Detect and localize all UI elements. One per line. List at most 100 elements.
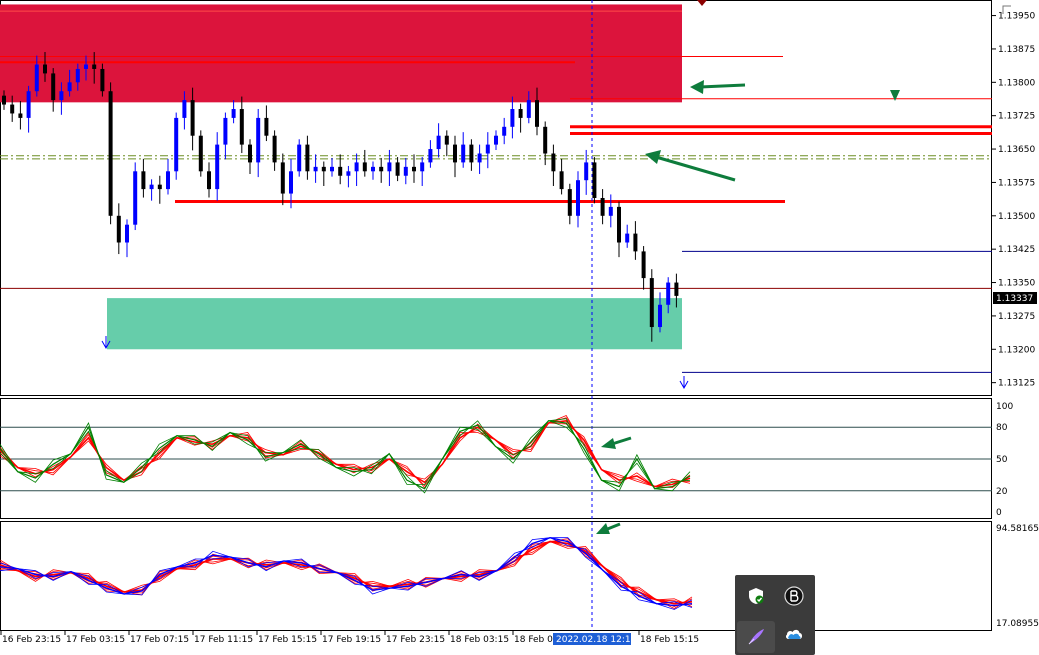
candle-body — [149, 184, 154, 190]
shield-check-icon[interactable] — [745, 585, 767, 607]
price-tick-label: 1.13800 — [998, 78, 1035, 88]
candle-body — [133, 171, 138, 225]
b-logo-icon[interactable] — [783, 585, 805, 607]
candle-body — [354, 162, 359, 172]
time-tick-label: 18 Feb 03:15 — [450, 635, 509, 645]
oscillator-tick-label: 50 — [996, 455, 1008, 465]
candle-body — [461, 144, 466, 163]
series-line — [0, 536, 693, 607]
candle-body — [51, 73, 56, 101]
candle-body — [608, 206, 613, 216]
candle-body — [395, 162, 400, 176]
time-tick-label: 17 Feb 07:15 — [130, 635, 189, 645]
cloud-icon[interactable] — [783, 623, 805, 645]
candle-body — [67, 82, 72, 92]
candle-body — [584, 162, 589, 181]
series-line — [0, 420, 691, 490]
candle-body — [108, 91, 113, 216]
price-tick-label: 1.13275 — [998, 312, 1035, 322]
trading-chart[interactable]: 1.13950 1.13875 1.13800 1.13725 1.13650 1.135… — [0, 0, 1039, 655]
series-line — [0, 537, 693, 608]
candle-body — [494, 135, 498, 145]
candle-body — [321, 166, 326, 172]
candle-body — [256, 117, 261, 163]
candle-body — [157, 184, 162, 190]
system-tray-popup[interactable] — [735, 575, 815, 655]
candle-body — [18, 113, 23, 118]
candle-body — [551, 153, 556, 172]
series-line — [0, 422, 691, 489]
candle-body — [658, 304, 662, 328]
candle-body — [330, 166, 334, 172]
price-tick-label: 1.13725 — [998, 112, 1035, 122]
candle-body — [453, 144, 457, 163]
series-line — [0, 420, 691, 492]
momentum-tick-label: 94.58165 — [996, 524, 1039, 534]
price-tick-label: 1.13125 — [998, 379, 1035, 389]
candle-body — [477, 153, 482, 163]
top-down-marker — [697, 0, 707, 6]
candle-body — [485, 144, 490, 154]
candle-body — [248, 144, 252, 163]
candle-body — [346, 171, 351, 176]
price-tick-label: 1.13575 — [998, 178, 1035, 188]
candle-body — [125, 224, 129, 243]
candle-body — [59, 91, 64, 101]
candle-body — [34, 64, 39, 92]
candle-body — [518, 109, 523, 118]
candle-body — [26, 91, 31, 118]
price-tick-label: 1.13350 — [998, 279, 1035, 289]
time-tick-label: 17 Feb 15:15 — [258, 635, 317, 645]
pen-icon[interactable] — [737, 621, 775, 653]
candle-body — [92, 64, 97, 69]
candle-body — [444, 135, 449, 145]
candle-body — [313, 166, 318, 172]
candle-body — [215, 144, 220, 190]
series-line — [0, 538, 693, 607]
candle-body — [289, 171, 293, 194]
series-line — [0, 540, 693, 605]
momentum-panel-frame — [0, 521, 992, 631]
candle-body — [600, 198, 605, 216]
candle-body — [412, 166, 416, 172]
candle-body — [633, 233, 638, 252]
time-tick-label: 18 Feb 07 — [514, 635, 559, 645]
candle-body — [428, 149, 433, 163]
price-tick-label: 1.13950 — [998, 12, 1035, 22]
candle-body — [641, 251, 646, 279]
candle-body — [592, 162, 597, 198]
momentum-tick-label: 17.08955 — [996, 619, 1039, 629]
candle-body — [576, 180, 580, 216]
time-tick-label: 18 Feb 15:15 — [640, 635, 699, 645]
candle-body — [379, 166, 384, 172]
candle-body — [567, 189, 572, 216]
cursor-time-label: 2022.02.18 12:15 — [556, 635, 636, 645]
candle-body — [280, 162, 285, 194]
candle-body — [84, 64, 88, 69]
time-tick-label: 17 Feb 11:15 — [194, 635, 253, 645]
candle-body — [10, 104, 15, 114]
time-tick-label: 17 Feb 23:15 — [386, 635, 445, 645]
candle-body — [666, 282, 671, 305]
momentum-series — [0, 536, 693, 610]
oscillator-tick-label: 0 — [996, 508, 1002, 518]
candle-body — [239, 109, 244, 145]
candle-body — [264, 117, 269, 136]
price-axis: 1.13950 1.13875 1.13800 1.13725 1.13650 1.135… — [992, 12, 1035, 389]
small-down-marker — [890, 90, 900, 101]
oscillator-tick-label: 80 — [996, 423, 1008, 433]
time-tick-label: 17 Feb 19:15 — [322, 635, 381, 645]
momentum-axis: 94.58165 17.08955 — [996, 524, 1039, 629]
candle-body — [510, 109, 515, 127]
oscillator-tick-label: 100 — [996, 402, 1013, 412]
oscillator-axis: 100 80 50 20 0 — [996, 402, 1013, 518]
price-tick-label: 1.13650 — [998, 145, 1035, 155]
candle-body — [174, 117, 179, 172]
series-line — [0, 537, 693, 610]
candle-body — [166, 171, 170, 190]
series-line — [0, 418, 691, 494]
candle-body — [649, 278, 654, 328]
candle-body — [526, 100, 531, 118]
price-tick-label: 1.13425 — [998, 245, 1035, 255]
candle-body — [190, 100, 195, 136]
